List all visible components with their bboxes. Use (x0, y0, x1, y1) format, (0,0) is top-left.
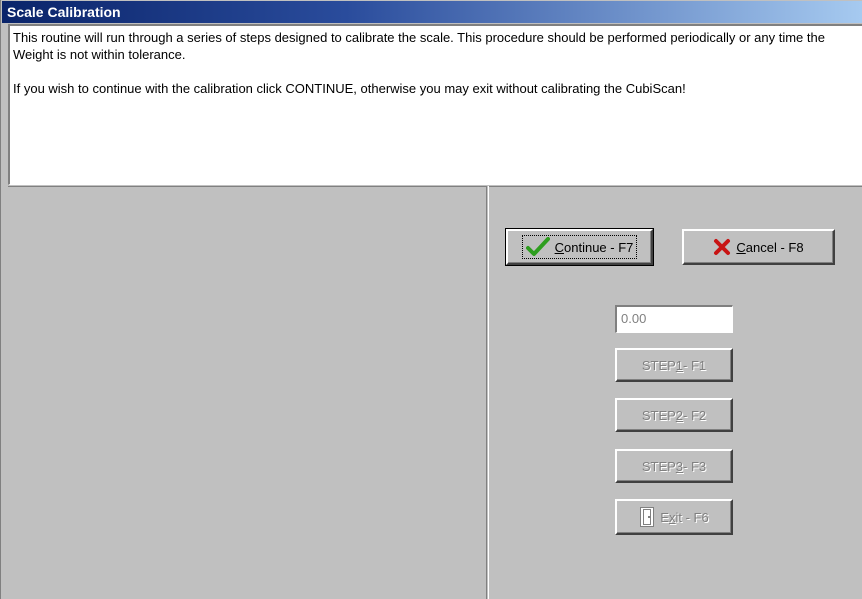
scale-calibration-window: Scale Calibration This routine will run … (0, 0, 862, 599)
cancel-mnemonic: C (736, 239, 746, 255)
step-1-button[interactable]: STEP 1 - F1 (615, 348, 733, 382)
x-icon (713, 238, 731, 256)
step-2-mnemonic: 2 (675, 407, 684, 423)
step-3-mnemonic: 3 (675, 458, 684, 474)
step-3-suffix: - F3 (683, 458, 707, 474)
step-2-suffix: - F2 (683, 407, 707, 423)
door-icon (639, 506, 655, 528)
step-2-button[interactable]: STEP 2 - F2 (615, 398, 733, 432)
step-1-suffix: - F1 (683, 357, 707, 373)
continue-button-focus: Continue - F7 (521, 235, 638, 259)
exit-prefix: E (660, 509, 669, 525)
left-panel (8, 186, 486, 599)
instructions-paragraph-1: This routine will run through a series o… (13, 30, 825, 62)
weight-field[interactable]: 0.00 (615, 305, 733, 333)
step-3-button[interactable]: STEP 3 - F3 (615, 449, 733, 483)
cancel-label: ancel - F8 (745, 239, 804, 255)
exit-button[interactable]: Ex it - F6 (615, 499, 733, 535)
exit-suffix: it - F6 (675, 509, 709, 525)
window-title: Scale Calibration (2, 1, 862, 23)
continue-label: ontinue - F7 (564, 239, 634, 255)
step-2-prefix: STEP (641, 407, 676, 423)
step-1-mnemonic: 1 (675, 357, 684, 373)
step-3-prefix: STEP (641, 458, 676, 474)
cancel-button[interactable]: Cancel - F8 (682, 229, 835, 265)
continue-button[interactable]: Continue - F7 (505, 228, 654, 266)
instructions-text-box: This routine will run through a series o… (8, 24, 862, 185)
continue-mnemonic: C (554, 239, 564, 255)
step-1-prefix: STEP (641, 357, 676, 373)
instructions-paragraph-2: If you wish to continue with the calibra… (13, 81, 686, 96)
checkmark-icon (525, 237, 550, 257)
